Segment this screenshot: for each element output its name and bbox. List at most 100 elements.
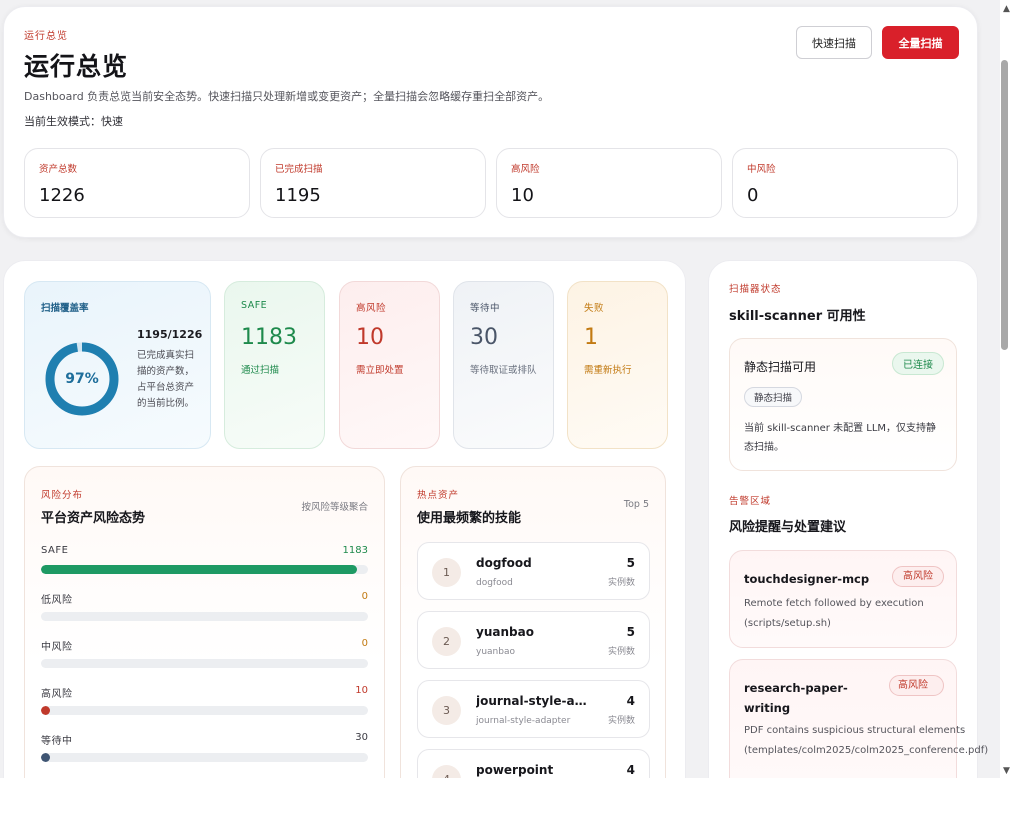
bar-track-medium	[41, 659, 368, 668]
hot-top-label: Top 5	[623, 499, 649, 510]
tile-value: 1183	[241, 325, 297, 350]
bar-fill-safe	[41, 565, 357, 574]
active-mode-text: 当前生效模式：快速	[24, 115, 123, 128]
skill-id: dogfood	[476, 578, 513, 588]
skill-item[interactable]: 2 yuanbao yuanbao 5 实例数	[417, 611, 650, 669]
tile-label: SAFE	[241, 300, 268, 311]
scanner-note: 当前 skill-scanner 未配置 LLM，仅支持静态扫描。	[744, 423, 937, 453]
bar-label-medium: 中风险	[41, 642, 73, 653]
alert-item[interactable]: research-paper-writing 高风险 PDF contains …	[729, 659, 988, 778]
stat-scanned: 已完成扫描 1195	[260, 148, 486, 218]
stat-label: 高风险	[511, 164, 540, 175]
stat-high-risk: 高风险 10	[496, 148, 722, 218]
tile-label: 等待中	[470, 303, 501, 314]
risk-aggregation-label: 按风险等级聚合	[301, 502, 368, 513]
scroll-up-arrow-icon[interactable]: ▲	[1003, 4, 1010, 14]
tile-desc: 需立即处置	[356, 365, 404, 376]
bar-track-high	[41, 706, 368, 715]
side-panel-card: 扫描器状态 skill-scanner 可用性 静态扫描可用 已连接 静态扫描 …	[708, 260, 988, 778]
skill-unit: 实例数	[607, 716, 635, 726]
connected-badge: 已连接	[892, 352, 944, 375]
scanner-title: skill-scanner 可用性	[729, 309, 866, 324]
stat-label: 已完成扫描	[275, 164, 323, 175]
hot-title: 使用最频繁的技能	[417, 511, 522, 526]
hot-eyebrow: 热点资产	[417, 490, 460, 501]
stat-label: 资产总数	[39, 164, 78, 175]
skill-count: 4	[626, 694, 635, 708]
coverage-fraction: 1195/1226	[137, 328, 203, 341]
coverage-label: 扫描覆盖率	[41, 303, 89, 314]
tile-desc: 等待取证或排队	[470, 365, 537, 376]
high-risk-badge: 高风险	[889, 675, 944, 696]
skill-name: yuanbao	[476, 625, 534, 639]
scroll-thumb[interactable]	[1001, 60, 1008, 350]
bar-label-high: 高风险	[41, 689, 73, 700]
scroll-down-arrow-icon[interactable]: ▼	[1003, 766, 1010, 776]
safe-tile[interactable]: SAFE 1183 通过扫描	[224, 281, 325, 449]
failed-tile[interactable]: 失败 1 需重新执行	[567, 281, 668, 449]
skill-rank: 3	[432, 696, 461, 725]
bar-count-safe: 1183	[342, 545, 368, 556]
bar-fill-high	[41, 706, 50, 715]
alert-description: Remote fetch followed by execution (scri…	[744, 598, 924, 629]
skill-unit: 实例数	[607, 647, 635, 657]
alert-item[interactable]: touchdesigner-mcp 高风险 Remote fetch follo…	[729, 550, 957, 648]
risk-eyebrow: 风险分布	[41, 490, 84, 501]
risk-distribution-card: 风险分布 平台资产风险态势 按风险等级聚合 SAFE 1183 低风险 0 中风…	[24, 466, 385, 778]
alerts-title: 风险提醒与处置建议	[729, 520, 847, 535]
high-risk-badge: 高风险	[892, 566, 944, 587]
header-eyebrow: 运行总览	[24, 31, 68, 42]
alert-description: PDF contains suspicious structural eleme…	[744, 725, 989, 756]
bar-label-low: 低风险	[41, 595, 73, 606]
tile-desc: 通过扫描	[241, 365, 280, 376]
tile-desc: 需重新执行	[584, 365, 632, 376]
page-description: Dashboard 负责总览当前安全态势。快速扫描只处理新增或变更资产；全量扫描…	[24, 90, 550, 103]
stat-total-assets: 资产总数 1226	[24, 148, 250, 218]
overview-header-card: 运行总览 运行总览 Dashboard 负责总览当前安全态势。快速扫描只处理新增…	[3, 6, 978, 238]
dashboard-viewport: 运行总览 运行总览 Dashboard 负责总览当前安全态势。快速扫描只处理新增…	[0, 0, 1000, 778]
bar-count-high: 10	[355, 685, 368, 696]
scanner-name: 静态扫描可用	[744, 360, 817, 374]
bar-track-safe	[41, 565, 368, 574]
tile-value: 30	[470, 325, 498, 350]
skill-name: journal-style-ad...	[476, 694, 588, 708]
alert-asset-name: touchdesigner-mcp	[744, 572, 870, 586]
stat-value: 1226	[39, 185, 85, 206]
page-bottom-area	[0, 778, 1018, 825]
bar-count-low: 0	[361, 591, 368, 602]
bar-label-safe: SAFE	[41, 545, 69, 556]
skill-unit: 实例数	[607, 578, 635, 588]
coverage-percent: 97%	[65, 371, 99, 387]
skill-item[interactable]: 1 dogfood dogfood 5 实例数	[417, 542, 650, 600]
skill-id: yuanbao	[476, 647, 515, 657]
skill-item[interactable]: 3 journal-style-ad... journal-style-adap…	[417, 680, 650, 738]
skill-item[interactable]: 4 powerpoint 4	[417, 749, 650, 778]
skill-name: powerpoint	[476, 763, 554, 777]
high-risk-tile[interactable]: 高风险 10 需立即处置	[339, 281, 440, 449]
alerts-eyebrow: 告警区域	[729, 496, 772, 507]
skill-rank: 2	[432, 627, 461, 656]
stat-value: 1195	[275, 185, 321, 206]
bar-track-low	[41, 612, 368, 621]
skill-rank: 1	[432, 558, 461, 587]
tile-label: 高风险	[356, 303, 387, 314]
bar-count-waiting: 30	[355, 732, 368, 743]
tile-label: 失败	[584, 303, 605, 314]
bar-track-waiting	[41, 753, 368, 762]
stat-label: 中风险	[747, 164, 776, 175]
risk-title: 平台资产风险态势	[41, 511, 146, 526]
page-scrollbar[interactable]: ▲ ▼	[1000, 0, 1018, 778]
coverage-description: 已完成真实扫描的资产数，占平台总资产的当前比例。	[137, 350, 195, 409]
main-metrics-card: 扫描覆盖率 97% 1195/1226 已完成真实扫描的资产数，占平台总资产的当…	[3, 260, 686, 778]
skill-id: journal-style-adapter	[476, 716, 571, 726]
tile-value: 10	[356, 325, 384, 350]
waiting-tile[interactable]: 等待中 30 等待取证或排队	[453, 281, 554, 449]
skill-count: 5	[626, 556, 635, 570]
full-scan-button[interactable]: 全量扫描	[882, 26, 959, 59]
stat-value: 0	[747, 185, 759, 206]
scanner-eyebrow: 扫描器状态	[729, 284, 782, 295]
tile-value: 1	[584, 325, 598, 350]
quick-scan-button[interactable]: 快速扫描	[796, 26, 872, 59]
stat-value: 10	[511, 185, 534, 206]
skill-name: dogfood	[476, 556, 532, 570]
